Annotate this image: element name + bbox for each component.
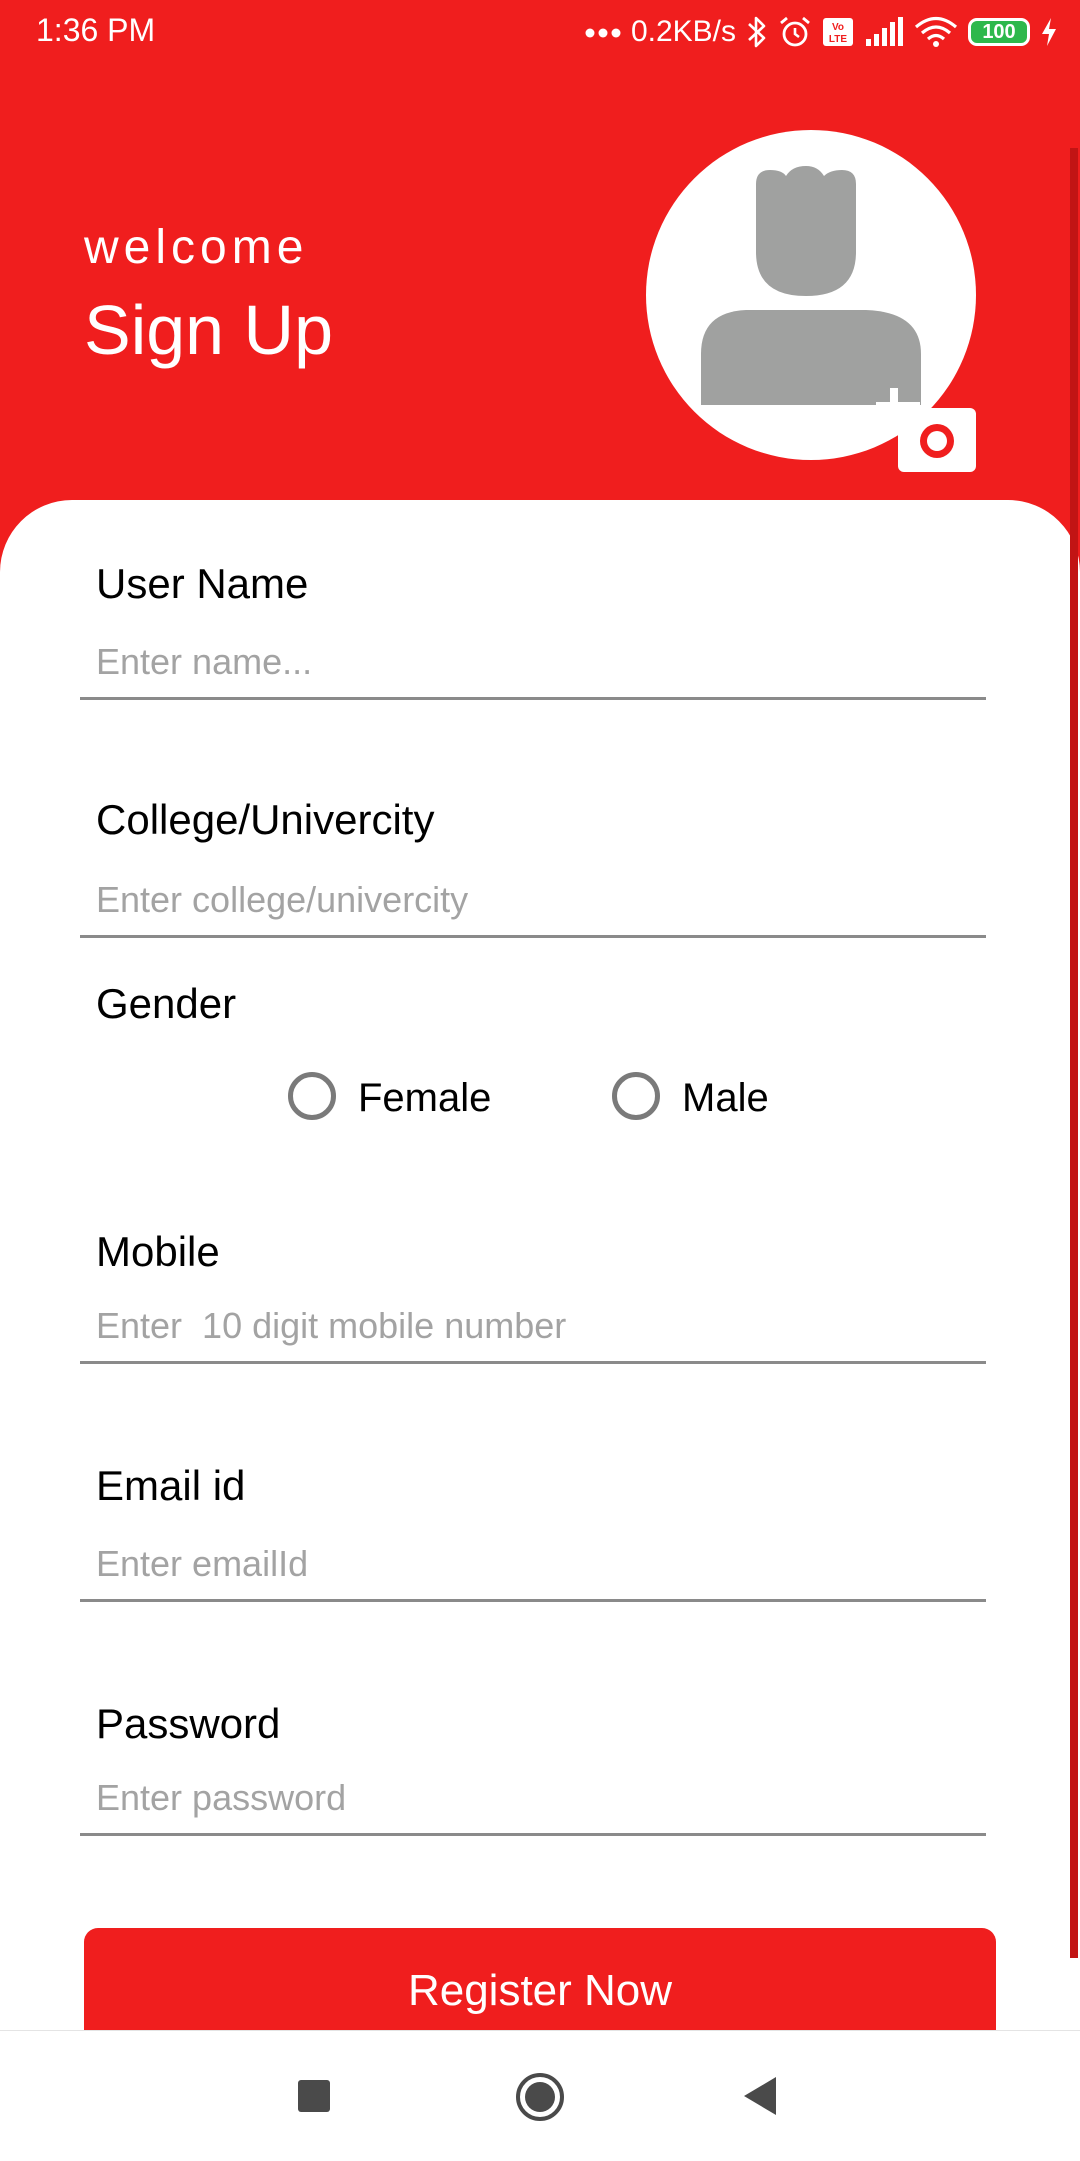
wifi-icon: [914, 16, 958, 48]
camera-add-icon[interactable]: [870, 384, 976, 476]
alarm-icon: [778, 15, 812, 49]
college-input[interactable]: [80, 864, 986, 938]
password-input[interactable]: [80, 1762, 986, 1836]
username-input[interactable]: [80, 626, 986, 700]
battery-icon: 100: [968, 18, 1030, 46]
email-input[interactable]: [80, 1528, 986, 1602]
page-title: Sign Up: [84, 291, 334, 369]
status-bar: 1:36 PM 0.2KB/s Vo LTE 100: [0, 0, 1080, 64]
radio-female[interactable]: [288, 1072, 336, 1120]
volte-icon: Vo LTE: [822, 17, 854, 47]
radio-female-label[interactable]: Female: [358, 1076, 491, 1121]
scrollbar[interactable]: [1070, 148, 1078, 1958]
svg-text:Vo: Vo: [832, 22, 844, 33]
welcome-text: welcome: [84, 221, 309, 274]
system-nav-bar: [0, 2030, 1080, 2161]
bluetooth-icon: [746, 15, 768, 49]
status-time: 1:36 PM: [36, 12, 156, 48]
college-label: College/Univercity: [96, 796, 435, 843]
home-icon[interactable]: [514, 2071, 566, 2128]
email-label: Email id: [96, 1462, 246, 1509]
back-icon[interactable]: [740, 2075, 780, 2122]
register-button-label: Register Now: [407, 1966, 673, 2015]
mobile-input[interactable]: [80, 1290, 986, 1364]
charging-icon: [1040, 17, 1058, 47]
gender-radio-group: Female Male: [0, 1068, 1080, 1132]
svg-text:LTE: LTE: [829, 34, 847, 45]
gender-label: Gender: [96, 980, 237, 1027]
radio-male[interactable]: [612, 1072, 660, 1120]
username-label: User Name: [96, 560, 309, 607]
password-label: Password: [96, 1700, 281, 1747]
network-speed: 0.2KB/s: [630, 15, 736, 48]
recents-icon[interactable]: [296, 2078, 332, 2119]
mobile-label: Mobile: [96, 1228, 220, 1275]
radio-male-label[interactable]: Male: [682, 1076, 769, 1121]
signal-icon: [864, 17, 904, 47]
dots-icon: [585, 25, 621, 39]
status-icons: 0.2KB/s Vo LTE 100: [585, 10, 1058, 54]
